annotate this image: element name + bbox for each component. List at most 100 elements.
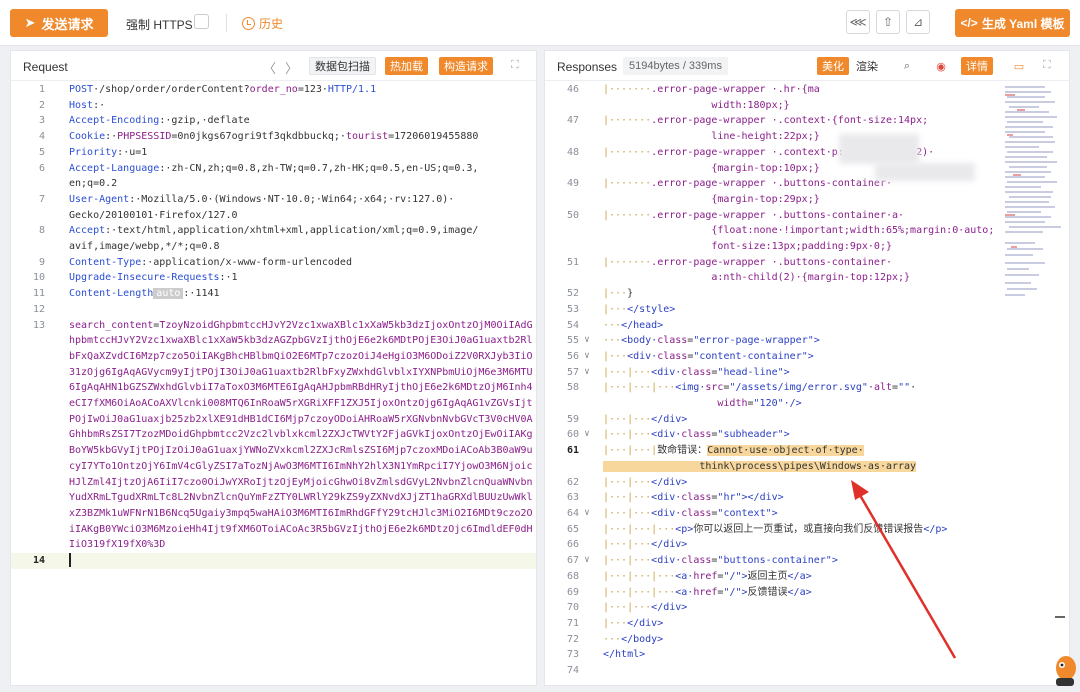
prev-arrow-icon[interactable]: 〈 — [263, 58, 276, 77]
line-text: |·······.error-page-wrapper ·.context·{f… — [595, 113, 995, 144]
line-number: 3 — [38, 115, 45, 127]
history-button[interactable]: 历史 — [242, 15, 283, 32]
export-icon[interactable]: ⇧ — [876, 10, 900, 34]
code-token: "error-page-wrapper" — [693, 335, 814, 347]
line-number: 72 — [566, 633, 579, 645]
detail-button[interactable]: 详情 — [961, 57, 993, 75]
code-token: |···|··· — [603, 366, 652, 378]
code-line: 1 POST·/shop/order/orderContent?order_no=… — [11, 82, 536, 98]
search-icon[interactable]: ⌕ — [899, 58, 915, 74]
code-token: {margin-top:10px;} — [711, 162, 820, 174]
line-text: ···</head> — [595, 318, 995, 334]
line-text: |·······.error-page-wrapper ·.hr·{ma wid… — [595, 82, 995, 113]
code-token: |···|···|··· — [603, 523, 676, 535]
fold-toggle-icon — [579, 176, 595, 207]
code-token: |···|···|··· — [603, 382, 676, 394]
code-token: Accept — [69, 225, 106, 237]
code-token: class — [681, 492, 712, 504]
force-https-checkbox[interactable] — [194, 14, 209, 29]
code-token: <div· — [627, 350, 658, 362]
line-number: 1 — [38, 84, 45, 95]
edit-icon[interactable]: ⊿ — [906, 10, 930, 34]
hot-load-button[interactable]: 热加载 — [385, 57, 428, 75]
code-token: ·alt — [867, 382, 893, 394]
code-token: "hr" — [717, 492, 742, 504]
fold-toggle-icon — [579, 600, 595, 616]
code-token: </a> — [787, 570, 812, 582]
scrollbar-thumb[interactable] — [1055, 616, 1065, 618]
code-token: |···|··· — [603, 507, 652, 519]
code-token: </body> — [621, 633, 664, 645]
line-number: 68 — [566, 570, 579, 582]
code-token: "/" — [723, 570, 742, 582]
fold-toggle-icon[interactable]: ∨ — [579, 427, 595, 443]
fold-toggle-icon[interactable]: ∨ — [579, 553, 595, 569]
line-text: |···|···<div·class="head-line"> — [595, 365, 995, 381]
code-token: a:nth-child(2)·{margin-top:12px;} — [711, 272, 911, 284]
fold-toggle-icon — [579, 475, 595, 491]
code-token: |···|··· — [603, 555, 652, 567]
code-token: > — [813, 335, 820, 347]
code-token: |···|···|··· — [603, 570, 676, 582]
fold-toggle-icon[interactable]: ∨ — [579, 365, 595, 381]
code-token: |··· — [603, 350, 628, 362]
fold-toggle-icon — [579, 616, 595, 632]
code-token: :·1141 — [183, 288, 220, 300]
line-number: 64 — [566, 507, 579, 519]
code-line: 58 |···|···|···<img·src="/assets/img/erro… — [545, 380, 1000, 411]
fold-toggle-icon — [579, 286, 595, 302]
code-token: <div· — [651, 429, 682, 441]
expand-icon[interactable]: ⛶ — [511, 59, 519, 72]
packet-scan-button[interactable]: 数据包扫描 — [309, 57, 376, 75]
code-token: <div· — [651, 507, 682, 519]
fold-toggle-icon — [579, 585, 595, 601]
comment-icon[interactable]: ▭ — [1011, 58, 1027, 74]
render-button[interactable]: 渲染 — [851, 57, 883, 75]
fold-toggle-icon[interactable]: ∨ — [579, 349, 595, 365]
send-request-button[interactable]: ➤ 发送请求 — [10, 9, 108, 37]
beautify-button[interactable]: 美化 — [817, 57, 849, 75]
clock-icon — [242, 17, 255, 30]
fold-toggle-icon[interactable]: ∨ — [579, 333, 595, 349]
line-number: 4 — [38, 131, 45, 143]
chrome-icon[interactable]: ◉ — [933, 58, 949, 74]
code-line: 14 — [11, 553, 536, 569]
line-number: 9 — [38, 256, 45, 268]
code-line: 5 Priority:·u=1 — [11, 145, 536, 161]
code-token: .error-page-wrapper ·.buttons-container· — [651, 256, 892, 268]
fold-toggle-icon — [579, 490, 595, 506]
line-text: Content-Type:·application/x-www-form-url… — [45, 255, 535, 271]
line-number: 59 — [566, 413, 579, 425]
code-token: ·/> — [783, 398, 802, 410]
line-number: 65 — [566, 523, 579, 535]
code-token: </head> — [621, 319, 664, 331]
code-token: "/" — [723, 586, 742, 598]
line-text: |·······.error-page-wrapper ·.buttons-co… — [595, 255, 995, 286]
fold-toggle-icon — [579, 647, 595, 663]
line-number: 12 — [32, 303, 45, 315]
code-line: 6 Accept-Language:·zh-CN,zh;q=0.8,zh-TW;q… — [11, 161, 536, 192]
code-token: POST — [69, 84, 94, 95]
code-token: </div> — [651, 413, 688, 425]
construct-request-button[interactable]: 构造请求 — [439, 57, 493, 75]
code-token: TzoyNzoidGhpbmtccHJvY2Vzc1xwaXBlc1xXaW5k… — [69, 319, 533, 551]
line-text — [45, 302, 535, 318]
line-number: 49 — [566, 178, 579, 190]
history-label: 历史 — [259, 17, 284, 31]
code-token: line-height:22px;} — [711, 131, 820, 143]
generate-yaml-button[interactable]: </> 生成 Yaml 模板 — [955, 9, 1070, 37]
code-token: |······· — [603, 115, 652, 127]
top-toolbar: ➤ 发送请求 强制 HTTPS 历史 ⋘ ⇧ ⊿ </> 生成 Yaml 模板 — [0, 0, 1080, 46]
request-editor[interactable]: 1 POST·/shop/order/orderContent?order_no=… — [11, 82, 536, 569]
next-arrow-icon[interactable]: 〉 — [285, 58, 298, 77]
line-number: 46 — [566, 84, 579, 95]
expand-icon[interactable]: ⛶ — [1043, 59, 1051, 72]
code-token: <a· — [675, 586, 694, 598]
share-icon[interactable]: ⋘ — [846, 10, 870, 34]
code-minimap[interactable] — [1003, 82, 1063, 382]
code-token: <p> — [675, 523, 694, 535]
code-line: 53 |···</style> — [545, 302, 1000, 318]
fold-toggle-icon[interactable]: ∨ — [579, 506, 595, 522]
line-number: 8 — [38, 225, 45, 237]
annotation-arrow — [851, 480, 957, 659]
